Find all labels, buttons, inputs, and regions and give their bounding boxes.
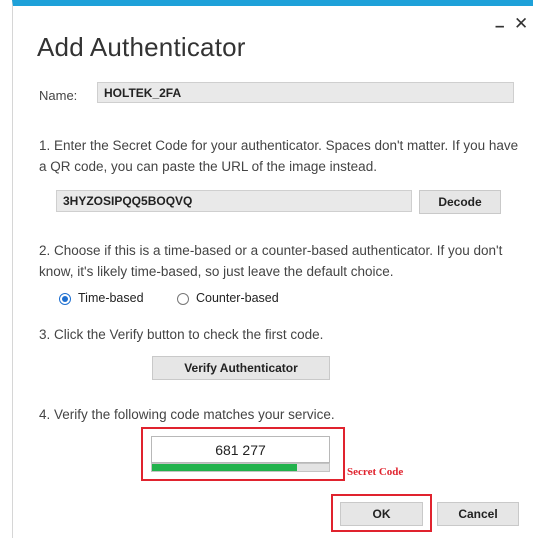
code-timer-progress [151,463,330,472]
decode-button[interactable]: Decode [419,190,501,214]
secret-code-annotation: Secret Code [347,466,404,478]
cancel-button[interactable]: Cancel [437,502,519,526]
step1-instructions: 1. Enter the Secret Code for your authen… [39,138,519,174]
name-label: Name: [39,88,78,103]
step3-instructions: 3. Click the Verify button to check the … [39,327,324,342]
step2-instructions: 2. Choose if this is a time-based or a c… [39,243,503,279]
verify-authenticator-button[interactable]: Verify Authenticator [152,356,330,380]
secret-code-input[interactable]: 3HYZOSIPQQ5BOQVQ [56,190,412,212]
verification-code-display: 681 277 [151,436,330,463]
background-strip [0,0,12,538]
dialog-title: Add Authenticator [37,32,246,62]
counter-based-label[interactable]: Counter-based [196,291,279,305]
time-based-radio[interactable] [59,293,71,305]
ok-button[interactable]: OK [340,502,423,526]
close-icon[interactable]: ✕ [514,14,528,34]
counter-based-radio[interactable] [177,293,189,305]
add-authenticator-dialog: Add Authenticator – ✕ Name: HOLTEK_2FA 1… [12,0,533,538]
minimize-icon[interactable]: – [495,16,504,36]
code-timer-progress-fill [152,464,298,471]
name-input[interactable]: HOLTEK_2FA [97,82,514,103]
time-based-label[interactable]: Time-based [78,291,144,305]
step4-instructions: 4. Verify the following code matches you… [39,407,335,422]
